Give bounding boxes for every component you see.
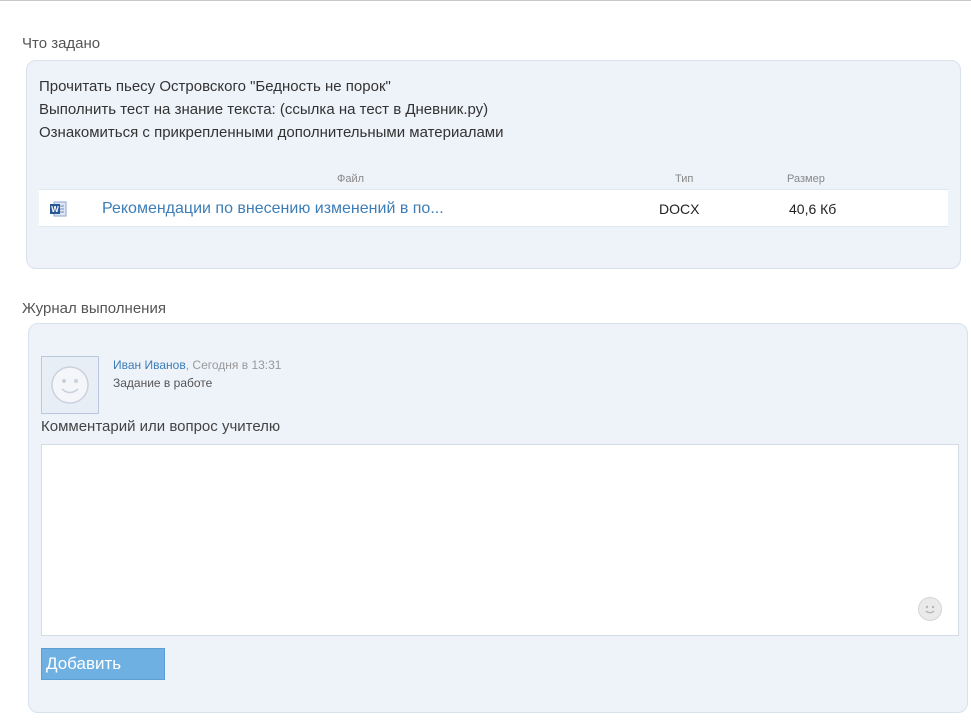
type-column-header: Тип <box>675 173 694 185</box>
log-timestamp: Сегодня в 13:31 <box>192 358 282 372</box>
homework-page: Что задано Прочитать пьесу Островского "… <box>0 0 971 722</box>
log-section-title: Журнал выполнения <box>22 300 166 317</box>
smiley-avatar-icon <box>41 356 99 414</box>
smiley-icon[interactable] <box>918 597 942 621</box>
svg-text:W: W <box>51 205 59 214</box>
comment-textarea[interactable] <box>41 444 959 636</box>
size-column-header: Размер <box>787 173 825 185</box>
file-size: 40,6 Кб <box>789 201 837 217</box>
task-line: Ознакомиться с прикрепленными дополнител… <box>39 124 504 141</box>
file-row[interactable]: W Рекомендации по внесению изменений в п… <box>39 189 948 227</box>
task-section-title: Что задано <box>22 35 101 52</box>
task-line: Прочитать пьесу Островского "Бедность не… <box>39 78 391 95</box>
word-document-icon: W <box>49 200 67 218</box>
file-column-header: Файл <box>337 173 365 185</box>
task-line: Выполнить тест на знание текста: (ссылка… <box>39 101 489 118</box>
comment-label: Комментарий или вопрос учителю <box>41 418 281 435</box>
author-separator: , <box>185 358 190 372</box>
add-comment-button[interactable]: Добавить <box>41 648 165 680</box>
log-entry-header: Иван Иванов, Сегодня в 13:31 <box>113 358 281 372</box>
log-status: Задание в работе <box>113 376 213 390</box>
task-description: Прочитать пьесу Островского "Бедность не… <box>39 75 504 144</box>
task-card: Прочитать пьесу Островского "Бедность не… <box>26 60 961 269</box>
files-table-header: Файл Тип Размер <box>27 171 960 191</box>
file-type: DOCX <box>659 201 700 217</box>
author-link[interactable]: Иван Иванов <box>113 358 186 372</box>
log-card: Иван Иванов, Сегодня в 13:31 Задание в р… <box>28 323 968 713</box>
file-name-link[interactable]: Рекомендации по внесению изменений в по.… <box>102 200 444 218</box>
